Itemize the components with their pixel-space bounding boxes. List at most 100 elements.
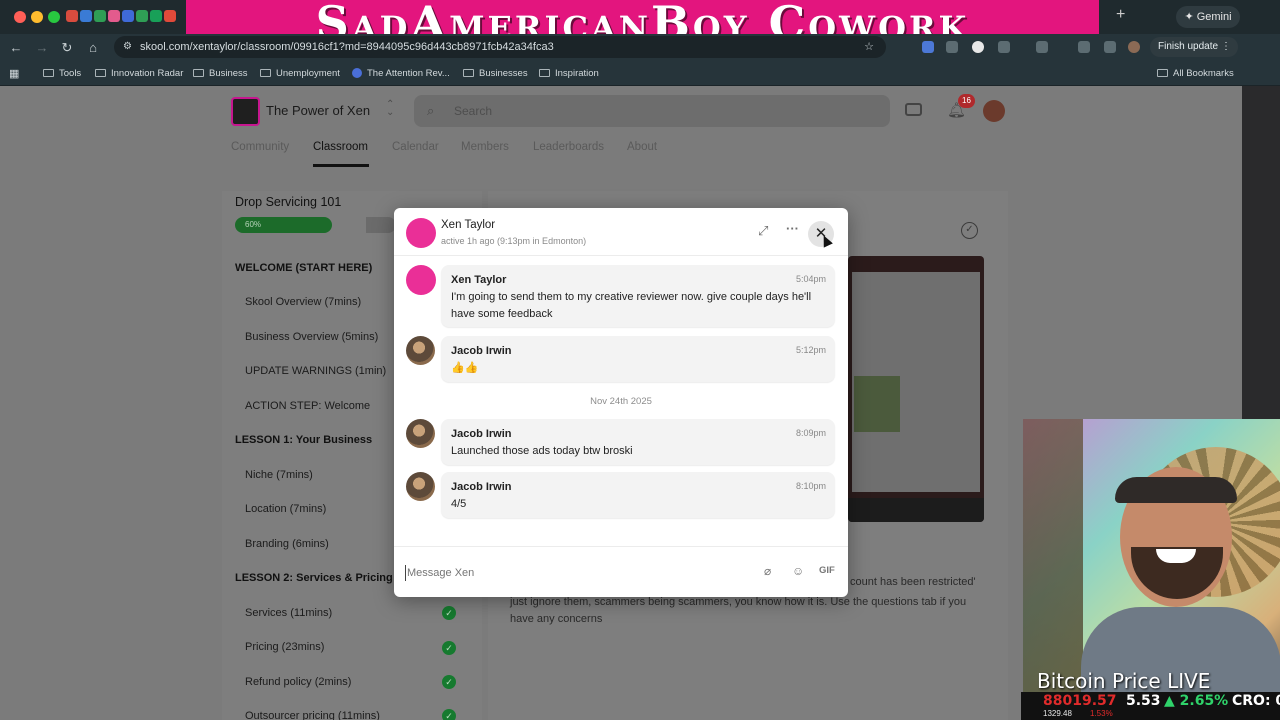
finish-update-button[interactable]: Finish update ⋮ (1150, 37, 1238, 57)
lesson-item[interactable]: Skool Overview (7mins) (245, 296, 361, 308)
tab-leaderboards[interactable]: Leaderboards (533, 141, 604, 153)
extension-icon[interactable] (972, 41, 984, 53)
video-thumbnail (854, 376, 900, 432)
tab-classroom[interactable]: Classroom (313, 141, 368, 153)
lesson-item[interactable]: Branding (6mins) (245, 538, 329, 550)
bookmark-folder[interactable]: Innovation Radar (95, 66, 183, 82)
video-controls[interactable] (848, 498, 984, 522)
bookmark-folder[interactable]: Unemployment (260, 66, 340, 82)
close-window-icon[interactable] (14, 11, 26, 23)
tab-favicon-icon[interactable] (150, 10, 162, 22)
avatar[interactable] (406, 218, 436, 248)
completed-check-icon: ✓ (442, 709, 456, 720)
tab-favicon-icon[interactable] (136, 10, 148, 22)
new-tab-icon[interactable]: + (1116, 6, 1125, 24)
bookmark-label: All Bookmarks (1173, 68, 1234, 79)
lesson-item[interactable]: Services (11mins) (245, 607, 332, 619)
folder-icon (193, 69, 204, 78)
apps-grid-icon[interactable]: ▦ (9, 66, 19, 82)
folder-icon (260, 69, 271, 78)
extension-icon[interactable] (946, 41, 958, 53)
contact-status: active 1h ago (9:13pm in Edmonton) (441, 236, 587, 246)
minimize-window-icon[interactable] (31, 11, 43, 23)
tab-favicon-icon[interactable] (94, 10, 106, 22)
contact-name[interactable]: Xen Taylor (441, 219, 495, 231)
bookmark-folder[interactable]: Business (193, 66, 248, 82)
completed-check-icon: ✓ (442, 606, 456, 620)
forward-icon[interactable]: → (34, 40, 50, 55)
gemini-button[interactable]: ✦ Gemini (1176, 6, 1240, 28)
bookmark-folder[interactable]: Tools (43, 66, 81, 82)
avatar[interactable] (406, 336, 435, 365)
section-heading[interactable]: LESSON 2: Services & Pricing (235, 572, 393, 584)
tab-members[interactable]: Members (461, 141, 509, 153)
bookmark-label: Unemployment (276, 68, 340, 79)
gif-button[interactable]: GIF (819, 565, 835, 576)
avatar[interactable] (406, 419, 435, 448)
maximize-window-icon[interactable] (48, 11, 60, 23)
back-icon[interactable]: ← (8, 40, 24, 55)
message-author[interactable]: Jacob Irwin (451, 428, 512, 440)
lesson-item[interactable]: Location (7mins) (245, 503, 326, 515)
bookmark-star-icon[interactable]: ☆ (864, 36, 874, 58)
url-bar[interactable]: ⚙ skool.com/xentaylor/classroom/09916cf1… (114, 36, 886, 58)
tab-favicon-icon[interactable] (122, 10, 134, 22)
message-author[interactable]: Jacob Irwin (451, 345, 512, 357)
lesson-item[interactable]: Pricing (23mins) (245, 641, 324, 653)
group-logo[interactable] (231, 97, 260, 126)
expand-icon[interactable]: ⤢ (758, 223, 768, 239)
ticker-cro: CRO: 0 (1232, 693, 1280, 709)
chat-header: Xen Taylor active 1h ago (9:13pm in Edmo… (394, 208, 848, 256)
profile-avatar-icon[interactable] (1128, 41, 1140, 53)
tab-favicon-icon[interactable] (164, 10, 176, 22)
message-text: 👍👍 (451, 362, 479, 374)
tab-about[interactable]: About (627, 141, 657, 153)
tab-favicon-icon[interactable] (66, 10, 78, 22)
emoji-icon[interactable]: ☺ (792, 564, 804, 578)
all-bookmarks-folder[interactable]: All Bookmarks (1157, 66, 1234, 82)
lesson-item[interactable]: Niche (7mins) (245, 469, 313, 481)
search-input[interactable]: ⌕ Search (414, 95, 890, 127)
more-horizontal-icon[interactable]: ··· (786, 221, 799, 236)
section-heading[interactable]: WELCOME (START HERE) (235, 262, 372, 274)
lesson-video[interactable] (848, 256, 984, 522)
extension-icon[interactable] (1104, 41, 1116, 53)
lesson-item[interactable]: Refund policy (2mins) (245, 676, 351, 688)
message-author[interactable]: Xen Taylor (451, 274, 506, 286)
message-time: 5:04pm (795, 274, 826, 284)
message-author[interactable]: Jacob Irwin (451, 481, 512, 493)
tab-favicon-icon[interactable] (80, 10, 92, 22)
chat-icon[interactable] (905, 103, 922, 116)
lesson-item[interactable]: ACTION STEP: Welcome (245, 400, 370, 412)
message-bubble: Jacob Irwin 5:12pm 👍👍 (441, 336, 835, 382)
lesson-note-partial: count has been restricted' (850, 576, 976, 588)
download-icon[interactable] (1078, 41, 1090, 53)
message-input[interactable] (405, 565, 745, 581)
group-name[interactable]: The Power of Xen (266, 103, 370, 118)
extension-icon[interactable] (998, 41, 1010, 53)
mark-complete-icon[interactable]: ✓ (961, 222, 978, 239)
reload-icon[interactable]: ↻ (59, 40, 75, 56)
section-heading[interactable]: LESSON 1: Your Business (235, 434, 372, 446)
extension-icon[interactable] (922, 41, 934, 53)
message-bubble: Xen Taylor 5:04pm I'm going to send them… (441, 265, 835, 327)
attachment-icon[interactable]: ⌀ (764, 564, 771, 578)
tab-community[interactable]: Community (231, 141, 289, 153)
tab-calendar[interactable]: Calendar (392, 141, 439, 153)
avatar[interactable] (983, 100, 1005, 122)
site-info-icon[interactable]: ⚙ (123, 36, 132, 58)
bookmark-link[interactable]: The Attention Rev... (352, 66, 450, 82)
tab-strip: SadAmericanBoy Cowork + ✦ Gemini (0, 0, 1280, 48)
bookmark-folder[interactable]: Businesses (463, 66, 528, 82)
url-text: skool.com/xentaylor/classroom/09916cf1?m… (140, 41, 554, 53)
extension-icon[interactable] (1036, 41, 1048, 53)
avatar[interactable] (406, 265, 436, 295)
avatar[interactable] (406, 472, 435, 501)
tab-favicon-icon[interactable] (108, 10, 120, 22)
bookmark-folder[interactable]: Inspiration (539, 66, 599, 82)
lesson-item[interactable]: UPDATE WARNINGS (1min) (245, 365, 386, 377)
home-icon[interactable]: ⌂ (85, 40, 101, 55)
lesson-item[interactable]: Outsourcer pricing (11mins) (245, 710, 380, 720)
lesson-item[interactable]: Business Overview (5mins) (245, 331, 378, 343)
group-switcher-icon[interactable]: ⌃ ⌄ (386, 100, 394, 118)
